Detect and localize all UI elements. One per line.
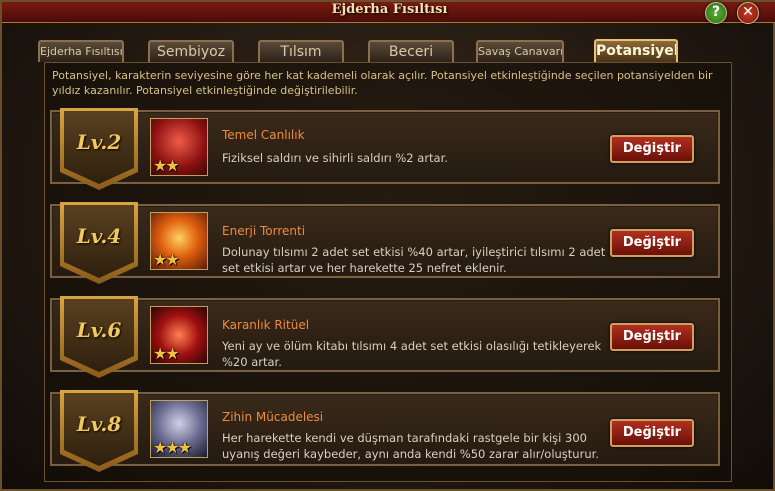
level-badge: Lv.4 [60,202,138,284]
tab-potansiyel[interactable]: Potansiyel [594,39,678,62]
dark-flame-icon: ★★ [150,306,208,364]
potential-card-lv8: Lv.8 ★★★ Zihin Mücadelesi Her harekette … [50,390,720,472]
tab-ejderha-fisiltisi[interactable]: Ejderha Fısıltısı [38,40,124,62]
level-badge: Lv.8 [60,390,138,472]
potential-card-lv6: Lv.6 ★★ Karanlık Ritüel Yeni ay ve ölüm … [50,296,720,378]
skill-name: Zihin Mücadelesi [222,410,324,424]
level-badge: Lv.6 [60,296,138,378]
skill-description: Her harekette kendi ve düşman tarafındak… [222,431,599,461]
tab-savas-canavari[interactable]: Savaş Canavarı [476,40,564,62]
star-rating: ★★ [153,344,180,363]
potential-description: Potansiyel, karakterin seviyesine göre h… [52,69,713,97]
star-rating: ★★★ [153,438,192,457]
level-label: Lv.4 [76,224,122,248]
help-button[interactable]: ? [705,2,727,24]
level-label: Lv.6 [76,318,122,342]
close-button[interactable]: ✕ [737,2,759,24]
skill-name: Karanlık Ritüel [222,318,310,332]
potential-card-lv4: Lv.4 ★★ Enerji Torrenti Dolunay tılsımı … [50,202,720,284]
level-label: Lv.8 [76,412,122,436]
skill-description: Yeni ay ve ölüm kitabı tılsımı 4 adet se… [222,339,602,369]
tornado-icon: ★★★ [150,400,208,458]
skill-description: Dolunay tılsımı 2 adet set etkisi %40 ar… [222,245,606,275]
change-button[interactable]: Değiştir [610,419,694,447]
level-label: Lv.2 [76,130,122,154]
tab-beceri[interactable]: Beceri [368,40,454,62]
skill-name: Enerji Torrenti [222,224,306,238]
tab-tilsim[interactable]: Tılsım [258,40,344,62]
fire-dragon-icon: ★★ [150,212,208,270]
change-button[interactable]: Değiştir [610,229,694,257]
level-badge: Lv.2 [60,108,138,190]
red-crystal-icon: ★★ [150,118,208,176]
window-title: Ejderha Fısıltısı [331,2,448,17]
change-button[interactable]: Değiştir [610,323,694,351]
change-button[interactable]: Değiştir [610,135,694,163]
dragon-whisper-window: Ejderha Fısıltısı ? ✕ Ejderha Fısıltısı … [0,0,775,491]
tab-sembiyoz[interactable]: Sembiyoz [148,40,234,62]
potential-card-lv2: Lv.2 ★★ Temel Canlılık Fiziksel saldırı … [50,108,720,190]
skill-description: Fiziksel saldırı ve sihirli saldırı %2 a… [222,151,448,165]
star-rating: ★★ [153,156,180,175]
star-rating: ★★ [153,250,180,269]
skill-name: Temel Canlılık [222,128,305,142]
